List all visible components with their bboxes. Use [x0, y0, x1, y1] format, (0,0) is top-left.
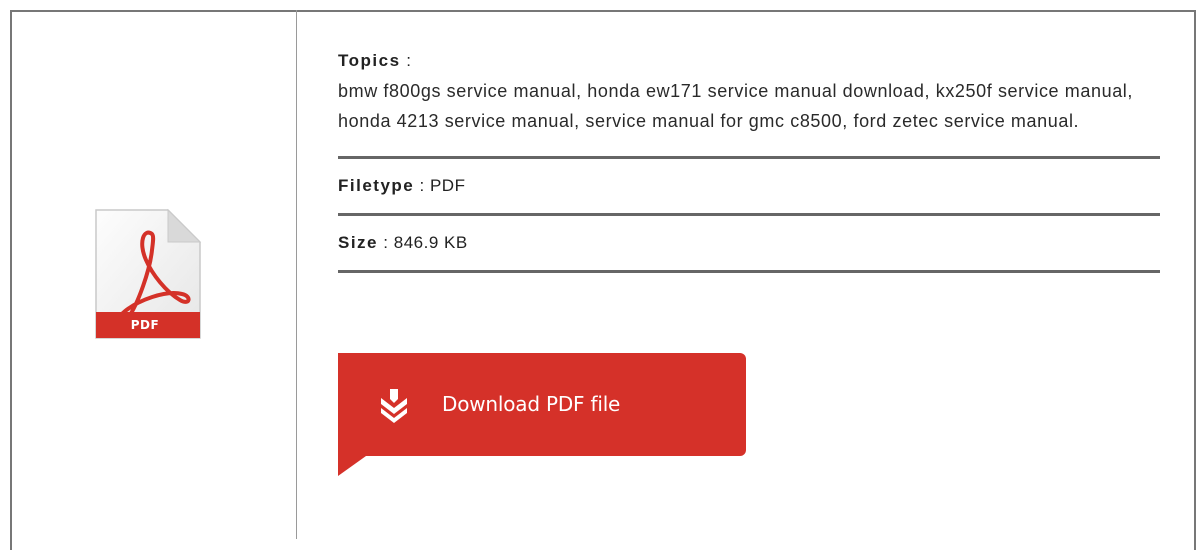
download-pdf-button[interactable]: Download PDF file [338, 353, 746, 476]
filetype-separator: : [419, 176, 425, 195]
filetype-value: PDF [429, 176, 466, 195]
filetype-row: Filetype : PDF [338, 159, 1160, 213]
size-row: Size : 846.9 KB [338, 216, 1160, 270]
topics-label: Topics [338, 51, 401, 70]
pdf-file-icon: PDF [94, 208, 204, 340]
topics-text: bmw f800gs service manual, honda ew171 s… [338, 81, 1134, 131]
file-details: Topics : bmw f800gs service manual, hond… [338, 48, 1160, 273]
size-separator: : [383, 233, 389, 252]
size-label: Size [338, 233, 379, 252]
topics-heading: Topics : [338, 48, 1160, 74]
column-divider [296, 10, 297, 539]
pdf-type-label: PDF [130, 318, 160, 332]
topics-separator: : [406, 51, 412, 70]
divider [338, 270, 1160, 273]
download-arrow-icon [381, 389, 407, 423]
size-value: 846.9 KB [393, 233, 468, 252]
filetype-label: Filetype [338, 176, 415, 195]
button-tail [338, 456, 366, 476]
download-button-label: Download PDF file [442, 392, 621, 416]
